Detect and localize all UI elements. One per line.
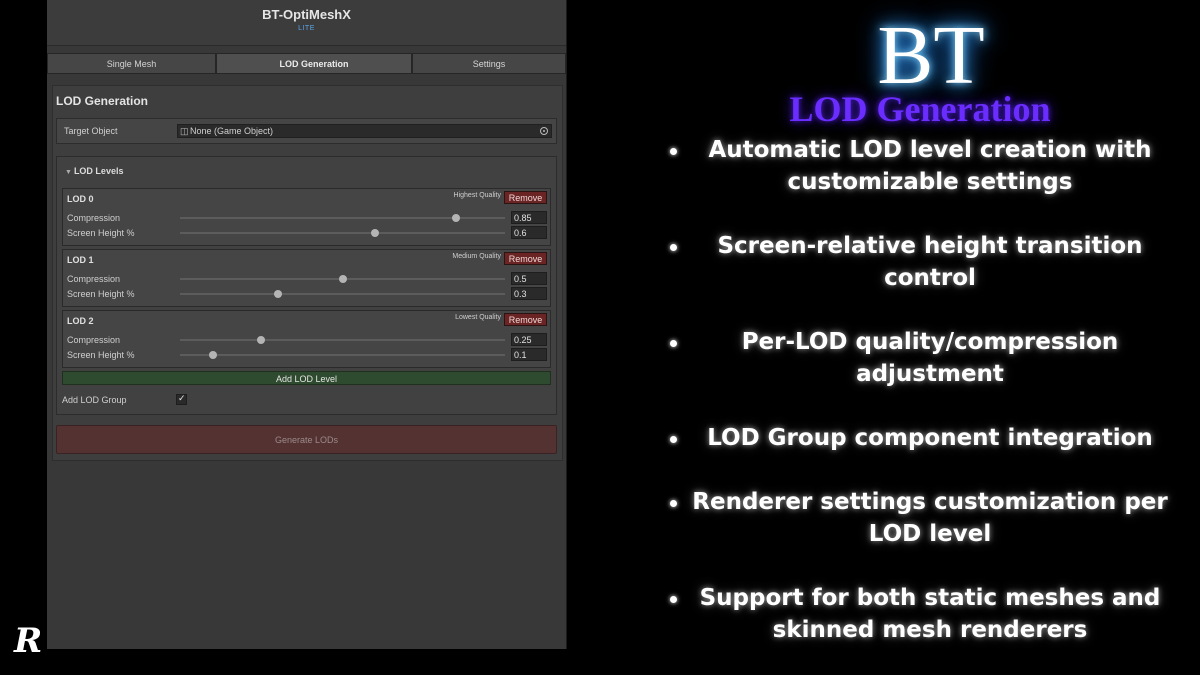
lod-quality-label: Highest Quality [453, 192, 501, 199]
compression-label: Compression [67, 274, 121, 284]
bullet-icon [670, 596, 677, 603]
add-lod-level-button[interactable]: Add LOD Level [62, 371, 551, 385]
screen-height-slider-thumb[interactable] [273, 290, 282, 298]
screen-height-slider-thumb[interactable] [371, 229, 379, 237]
screen-height-label: Screen Height % [67, 289, 135, 299]
compression-slider[interactable] [180, 214, 505, 222]
remove-lod-button[interactable]: Remove [504, 191, 547, 204]
compression-field[interactable]: 0.85 [511, 211, 547, 224]
lod-generation-panel: LOD Generation Target Object ◫ None (Gam… [52, 85, 563, 461]
target-object-field[interactable]: ◫ None (Game Object) [177, 124, 552, 138]
screen-height-label: Screen Height % [67, 228, 135, 238]
target-object-label: Target Object [64, 126, 118, 136]
lod-level-box: LOD 2 Lowest Quality Remove Compression … [62, 310, 551, 368]
remove-lod-button[interactable]: Remove [504, 313, 547, 326]
screen-height-field[interactable]: 0.1 [511, 348, 547, 361]
feature-text: Support for both static meshes and skinn… [699, 585, 1161, 643]
screen-height-slider[interactable] [180, 290, 505, 298]
object-picker-icon[interactable] [540, 127, 548, 135]
add-lod-group-label: Add LOD Group [62, 395, 127, 405]
feature-list: Automatic LOD level creation with custom… [660, 0, 1200, 675]
screen-height-slider-thumb[interactable] [208, 351, 217, 359]
screen-height-field[interactable]: 0.3 [511, 287, 547, 300]
r-logo: R [14, 621, 43, 661]
feature-text: Renderer settings customization per LOD … [692, 489, 1168, 547]
game-object-icon: ◫ [180, 126, 189, 136]
compression-label: Compression [67, 213, 121, 223]
compression-slider-thumb[interactable] [452, 214, 461, 222]
feature-text: Screen-relative height transition contro… [717, 233, 1143, 291]
feature-text: Per-LOD quality/compression adjustment [741, 329, 1119, 387]
target-object-value: None (Game Object) [190, 126, 274, 136]
screen-height-field[interactable]: 0.6 [511, 226, 547, 239]
lod-levels-foldout[interactable]: ▼ LOD Levels [65, 166, 123, 176]
compression-field[interactable]: 0.25 [511, 333, 547, 346]
compression-slider-thumb[interactable] [338, 275, 347, 283]
compression-slider[interactable] [180, 275, 505, 283]
screen-height-slider[interactable] [180, 229, 505, 237]
feature-text: LOD Group component integration [707, 425, 1153, 451]
screen-height-label: Screen Height % [67, 350, 135, 360]
bullet-icon [670, 244, 677, 251]
target-object-row: Target Object ◫ None (Game Object) [56, 118, 557, 144]
add-lod-group-checkbox[interactable]: ✓ [176, 393, 187, 405]
compression-slider[interactable] [180, 336, 505, 344]
lod-name: LOD 1 [67, 255, 94, 265]
lod-level-box: LOD 0 Highest Quality Remove Compression… [62, 188, 551, 246]
feature-text: Automatic LOD level creation with custom… [708, 137, 1152, 195]
bullet-icon [670, 500, 677, 507]
lod-levels-title: LOD Levels [73, 166, 124, 176]
screen-height-slider[interactable] [180, 351, 505, 359]
bullet-icon [670, 436, 677, 443]
lod-levels-section: ▼ LOD Levels LOD 0 Highest Quality Remove… [56, 156, 557, 415]
remove-lod-button[interactable]: Remove [504, 252, 547, 265]
lod-quality-label: Lowest Quality [455, 314, 501, 321]
compression-slider-thumb[interactable] [257, 336, 266, 344]
lod-level-box: LOD 1 Medium Quality Remove Compression … [62, 249, 551, 307]
lod-name: LOD 2 [67, 316, 94, 326]
compression-label: Compression [67, 335, 121, 345]
compression-field[interactable]: 0.5 [511, 272, 547, 285]
bullet-icon [670, 340, 677, 347]
lod-quality-label: Medium Quality [452, 253, 501, 260]
checkmark-icon: ✓ [178, 393, 186, 403]
triangle-down-icon: ▼ [65, 169, 72, 176]
bullet-icon [670, 148, 677, 155]
lod-name: LOD 0 [67, 194, 94, 204]
generate-lods-button[interactable]: Generate LODs [56, 425, 557, 454]
